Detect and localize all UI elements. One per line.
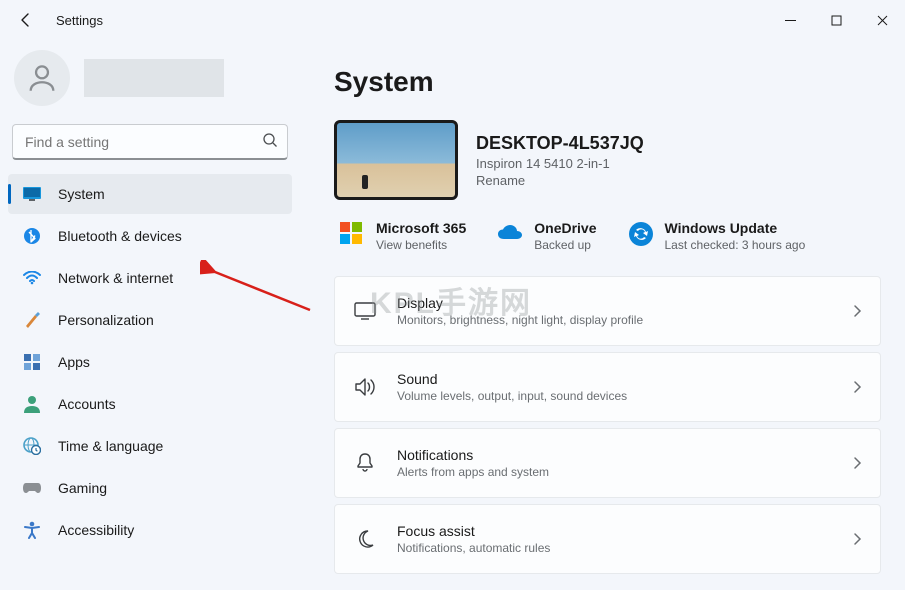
settings-cards: Display Monitors, brightness, night light… xyxy=(334,276,881,574)
service-sub: View benefits xyxy=(376,237,466,254)
person-icon xyxy=(22,394,42,414)
back-button[interactable] xyxy=(14,8,38,32)
service-title: Windows Update xyxy=(665,220,806,237)
nav-label: Accessibility xyxy=(58,522,134,538)
wifi-icon xyxy=(22,268,42,288)
moon-icon xyxy=(353,527,377,551)
chevron-right-icon xyxy=(852,304,862,318)
apps-icon xyxy=(22,352,42,372)
chevron-right-icon xyxy=(852,380,862,394)
search-icon xyxy=(262,132,278,148)
service-windows-update[interactable]: Windows UpdateLast checked: 3 hours ago xyxy=(627,220,806,254)
search-input[interactable] xyxy=(12,124,288,160)
nav-apps[interactable]: Apps xyxy=(8,342,292,382)
username-placeholder xyxy=(84,59,224,97)
nav-accessibility[interactable]: Accessibility xyxy=(8,510,292,550)
card-focus-assist[interactable]: Focus assist Notifications, automatic rul… xyxy=(334,504,881,574)
device-name: DESKTOP-4L537JQ xyxy=(476,133,644,154)
nav-accounts[interactable]: Accounts xyxy=(8,384,292,424)
service-title: Microsoft 365 xyxy=(376,220,466,237)
sidebar: System Bluetooth & devices Network & int… xyxy=(0,40,300,590)
maximize-button[interactable] xyxy=(813,4,859,36)
avatar xyxy=(14,50,70,106)
nav-label: Personalization xyxy=(58,312,154,328)
monitor-icon xyxy=(22,184,42,204)
nav-time[interactable]: Time & language xyxy=(8,426,292,466)
nav-label: Accounts xyxy=(58,396,116,412)
card-display[interactable]: Display Monitors, brightness, night light… xyxy=(334,276,881,346)
service-title: OneDrive xyxy=(534,220,596,237)
rename-link[interactable]: Rename xyxy=(476,173,644,188)
card-title: Notifications xyxy=(397,447,549,463)
main-content: System DESKTOP-4L537JQ Inspiron 14 5410 … xyxy=(300,40,905,590)
window-controls xyxy=(767,4,905,36)
card-sound[interactable]: Sound Volume levels, output, input, sound… xyxy=(334,352,881,422)
card-title: Sound xyxy=(397,371,627,387)
nav-bluetooth[interactable]: Bluetooth & devices xyxy=(8,216,292,256)
sound-icon xyxy=(353,375,377,399)
nav-personalization[interactable]: Personalization xyxy=(8,300,292,340)
nav-label: Bluetooth & devices xyxy=(58,228,182,244)
microsoft-icon xyxy=(338,220,366,248)
search-container xyxy=(8,124,292,174)
cloud-icon xyxy=(496,220,524,248)
bluetooth-icon xyxy=(22,226,42,246)
page-title: System xyxy=(334,66,881,98)
nav-label: Network & internet xyxy=(58,270,173,286)
update-icon xyxy=(627,220,655,248)
nav-list: System Bluetooth & devices Network & int… xyxy=(8,174,292,550)
chevron-right-icon xyxy=(852,456,862,470)
device-row: DESKTOP-4L537JQ Inspiron 14 5410 2-in-1 … xyxy=(334,120,881,200)
card-sub: Notifications, automatic rules xyxy=(397,541,550,555)
close-button[interactable] xyxy=(859,4,905,36)
card-sub: Volume levels, output, input, sound devi… xyxy=(397,389,627,403)
nav-label: System xyxy=(58,186,105,202)
gamepad-icon xyxy=(22,478,42,498)
service-microsoft365[interactable]: Microsoft 365View benefits xyxy=(338,220,466,254)
service-sub: Last checked: 3 hours ago xyxy=(665,237,806,254)
brush-icon xyxy=(22,310,42,330)
profile-block[interactable] xyxy=(8,40,292,124)
nav-gaming[interactable]: Gaming xyxy=(8,468,292,508)
card-title: Display xyxy=(397,295,643,311)
device-wallpaper-thumb xyxy=(334,120,458,200)
service-sub: Backed up xyxy=(534,237,596,254)
card-sub: Monitors, brightness, night light, displ… xyxy=(397,313,643,327)
titlebar: Settings xyxy=(0,0,905,40)
window-title: Settings xyxy=(56,13,103,28)
nav-label: Time & language xyxy=(58,438,163,454)
nav-system[interactable]: System xyxy=(8,174,292,214)
card-title: Focus assist xyxy=(397,523,550,539)
nav-network[interactable]: Network & internet xyxy=(8,258,292,298)
device-model: Inspiron 14 5410 2-in-1 xyxy=(476,156,644,171)
accessibility-icon xyxy=(22,520,42,540)
services-row: Microsoft 365View benefits OneDriveBacke… xyxy=(334,220,881,254)
card-notifications[interactable]: Notifications Alerts from apps and system xyxy=(334,428,881,498)
bell-icon xyxy=(353,451,377,475)
minimize-button[interactable] xyxy=(767,4,813,36)
chevron-right-icon xyxy=(852,532,862,546)
globe-clock-icon xyxy=(22,436,42,456)
nav-label: Apps xyxy=(58,354,90,370)
display-icon xyxy=(353,299,377,323)
service-onedrive[interactable]: OneDriveBacked up xyxy=(496,220,596,254)
card-sub: Alerts from apps and system xyxy=(397,465,549,479)
nav-label: Gaming xyxy=(58,480,107,496)
